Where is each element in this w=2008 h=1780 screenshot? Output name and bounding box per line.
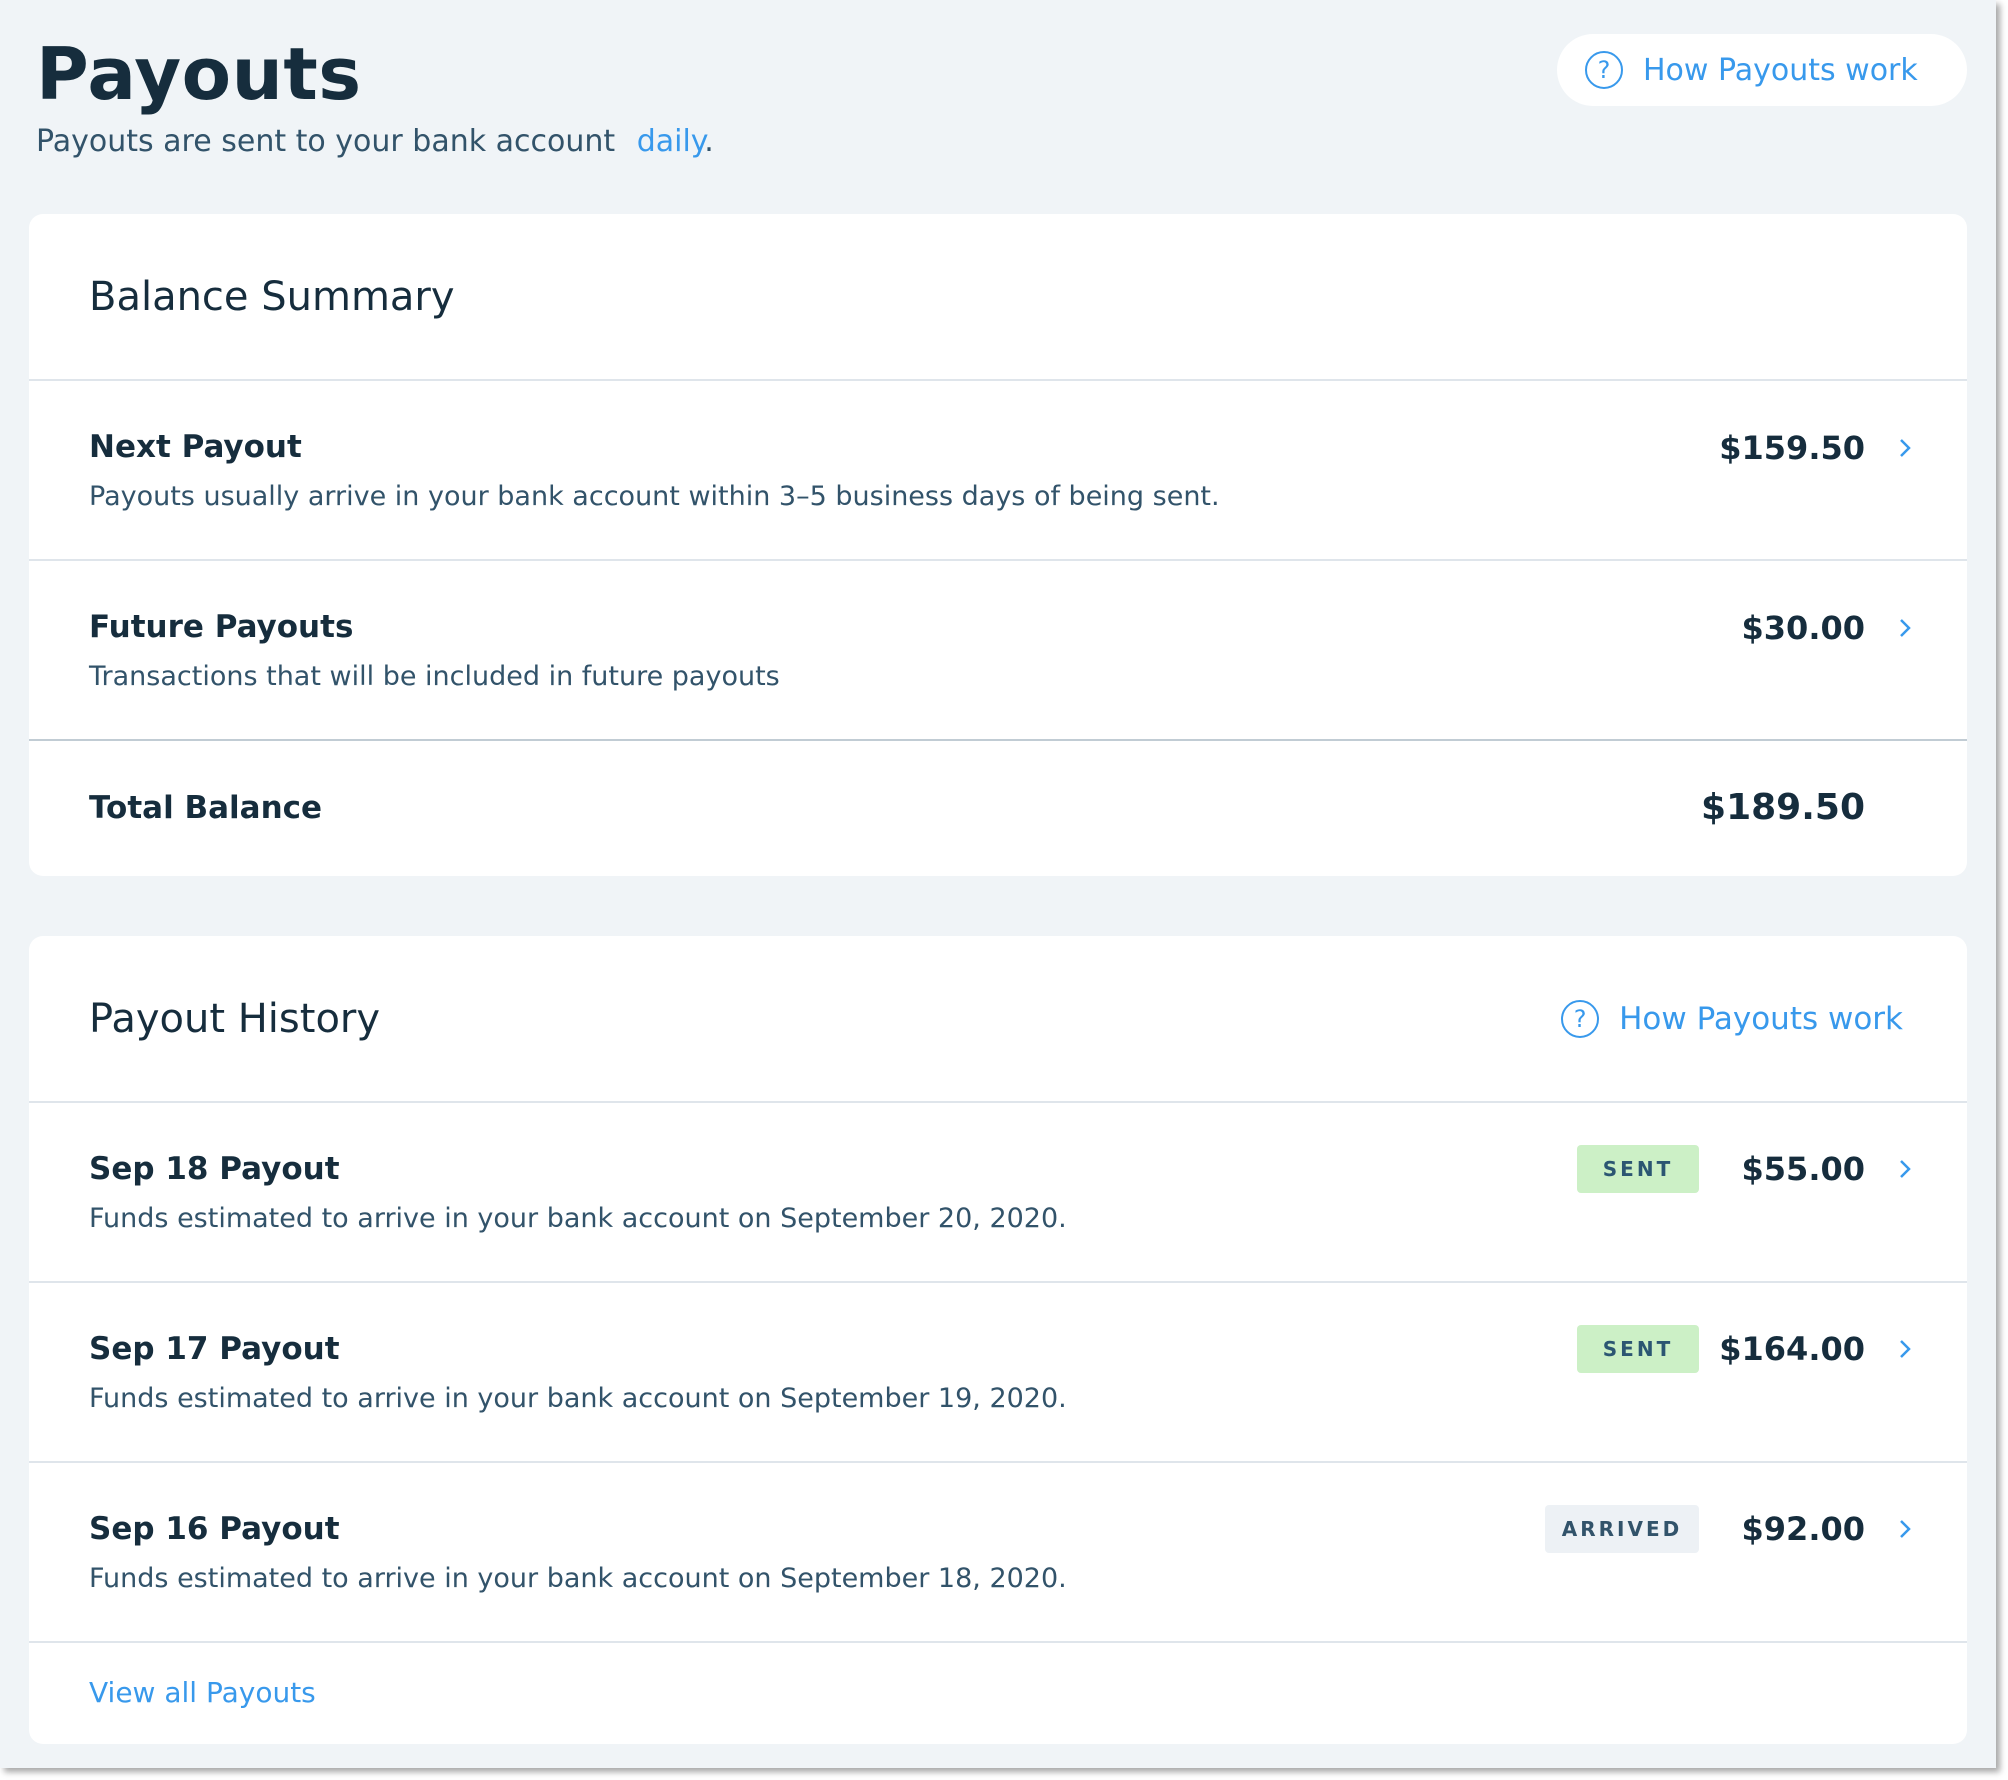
payout-row[interactable]: Sep 16 Payout Funds estimated to arrive … (29, 1463, 1967, 1643)
status-badge: SENT (1577, 1325, 1699, 1373)
payout-frequency-link[interactable]: daily (637, 124, 705, 159)
total-balance-amount: $189.50 (1701, 787, 1865, 828)
payout-description: Funds estimated to arrive in your bank a… (89, 1202, 1067, 1234)
future-payouts-row[interactable]: Future Payouts Transactions that will be… (29, 561, 1967, 741)
chevron-right-icon[interactable] (1895, 618, 1915, 638)
next-payout-description: Payouts usually arrive in your bank acco… (89, 480, 1220, 512)
how-payouts-work-link[interactable]: ? How Payouts work (1561, 999, 1903, 1038)
page-title: Payouts (36, 32, 362, 116)
payout-amount: $55.00 (1741, 1150, 1865, 1188)
question-circle-icon: ? (1585, 51, 1623, 89)
balance-summary-card: Balance Summary Next Payout Payouts usua… (29, 214, 1967, 876)
total-balance-row: Total Balance $189.50 (29, 741, 1967, 874)
next-payout-row[interactable]: Next Payout Payouts usually arrive in yo… (29, 381, 1967, 561)
payouts-page: Payouts Payouts are sent to your bank ac… (0, 0, 1996, 1768)
payout-history-card: Payout History ? How Payouts work Sep 18… (29, 936, 1967, 1744)
payout-history-header: Payout History ? How Payouts work (29, 936, 1967, 1103)
next-payout-amount: $159.50 (1719, 429, 1865, 467)
total-balance-label: Total Balance (89, 789, 323, 826)
chevron-right-icon[interactable] (1895, 1339, 1915, 1359)
balance-summary-title: Balance Summary (89, 273, 455, 320)
payout-row[interactable]: Sep 18 Payout Funds estimated to arrive … (29, 1103, 1967, 1283)
payout-row[interactable]: Sep 17 Payout Funds estimated to arrive … (29, 1283, 1967, 1463)
page-subtitle: Payouts are sent to your bank account da… (36, 124, 714, 159)
payout-description: Funds estimated to arrive in your bank a… (89, 1562, 1067, 1594)
how-payouts-work-link-label: How Payouts work (1619, 1000, 1903, 1037)
future-payouts-amount: $30.00 (1741, 609, 1865, 647)
payout-history-title: Payout History (89, 995, 381, 1042)
subtitle-text: Payouts are sent to your bank account (36, 124, 616, 159)
chevron-right-icon[interactable] (1895, 438, 1915, 458)
subtitle-period: . (704, 124, 714, 159)
balance-summary-header: Balance Summary (29, 214, 1967, 381)
next-payout-label: Next Payout (89, 428, 302, 465)
payout-description: Funds estimated to arrive in your bank a… (89, 1382, 1067, 1414)
how-payouts-work-button[interactable]: ? How Payouts work (1557, 34, 1967, 106)
question-circle-icon: ? (1561, 999, 1600, 1038)
future-payouts-label: Future Payouts (89, 608, 354, 645)
status-badge: SENT (1577, 1145, 1699, 1193)
how-payouts-work-label: How Payouts work (1643, 52, 1918, 88)
status-badge: ARRIVED (1545, 1505, 1699, 1553)
chevron-right-icon[interactable] (1895, 1519, 1915, 1539)
payout-amount: $92.00 (1741, 1510, 1865, 1548)
payout-amount: $164.00 (1719, 1330, 1865, 1368)
view-all-payouts-link[interactable]: View all Payouts (29, 1643, 1967, 1741)
future-payouts-description: Transactions that will be included in fu… (89, 660, 780, 692)
chevron-right-icon[interactable] (1895, 1159, 1915, 1179)
